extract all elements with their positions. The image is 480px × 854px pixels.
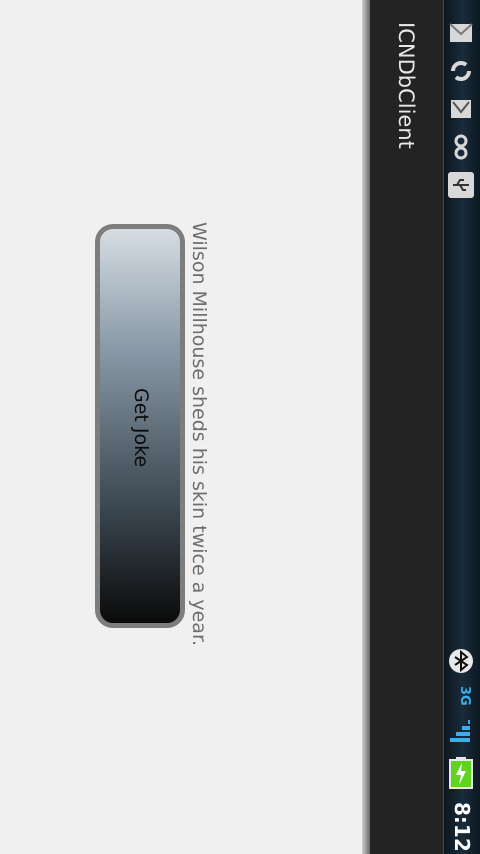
network-3g-label: 3G <box>457 686 472 706</box>
email-icon <box>448 20 474 46</box>
gmail-icon <box>448 96 474 122</box>
signal-icon <box>448 718 474 744</box>
bluetooth-icon <box>448 648 474 674</box>
usb-icon <box>448 172 474 198</box>
status-clock: 8:12 <box>450 802 474 852</box>
battery-charging-icon <box>448 757 474 789</box>
joke-text: Wilson Millhouse sheds his skin twice a … <box>188 222 210 647</box>
content-edge <box>362 0 370 854</box>
sync-icon <box>448 58 474 84</box>
get-joke-label: Get Joke <box>130 388 152 468</box>
voicemail-icon <box>448 134 474 160</box>
app-title: ICNDbClient <box>394 22 418 149</box>
